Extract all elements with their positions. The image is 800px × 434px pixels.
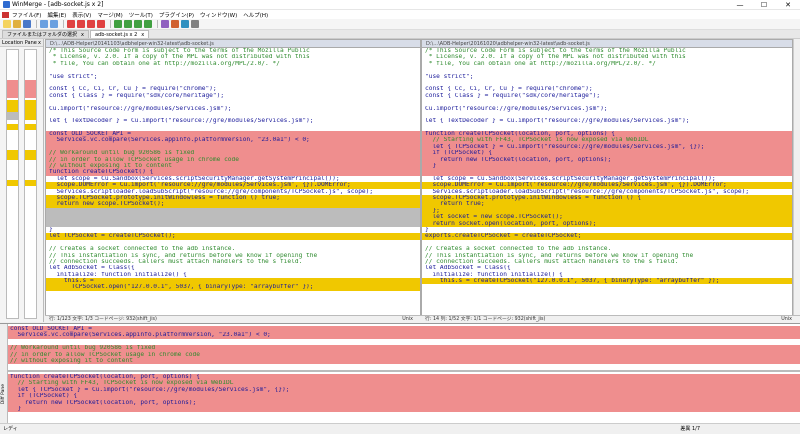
menu-window[interactable]: ウィンドウ(W) xyxy=(200,11,237,19)
right-file-pane[interactable]: D:\...\ADB-Helper\20161020\adbhelper-win… xyxy=(421,39,793,322)
diff-counter: 差異 1/7 xyxy=(680,426,700,432)
left-code-view[interactable]: /* This Source Code Form is subject to t… xyxy=(46,48,420,291)
status-bar: レディ 差異 1/7 xyxy=(0,423,800,433)
undo-icon[interactable] xyxy=(40,20,48,28)
close-button[interactable]: ✕ xyxy=(776,0,800,10)
menu-tools[interactable]: ツール(T) xyxy=(129,11,153,19)
diff-pane-left[interactable]: const OLD_SOCKET_API = Services.vc.compa… xyxy=(8,326,800,365)
left-eol: Unix xyxy=(402,317,413,322)
tab-select-files[interactable]: ファイルまたはフォルダの選択 x xyxy=(2,30,89,38)
last-diff-icon[interactable] xyxy=(97,20,105,28)
code-line[interactable] xyxy=(422,284,792,290)
right-status: 行: 14 列: 1/52 文字: 1/1 コードページ: 932(shift_… xyxy=(421,315,800,323)
new-icon[interactable] xyxy=(3,20,11,28)
right-eol: Unix xyxy=(781,317,792,322)
diff-pane-label: Diff Pane xyxy=(1,384,6,405)
redo-icon[interactable] xyxy=(50,20,58,28)
tab-label: ファイルまたはフォルダの選択 xyxy=(7,31,78,38)
diff-pane-splitter[interactable] xyxy=(8,370,800,372)
code-line[interactable]: } xyxy=(8,405,800,413)
copy-left-icon[interactable] xyxy=(124,20,132,28)
next-diff-icon[interactable] xyxy=(87,20,95,28)
open-folder-icon[interactable] xyxy=(13,20,21,28)
minimize-button[interactable]: — xyxy=(728,0,752,10)
code-line[interactable]: TCPSocket.open("127.0.0.1", 5037, { bina… xyxy=(46,284,420,291)
diff-pane-right[interactable]: function createTCPSocket(location, port,… xyxy=(8,374,800,413)
copy-all-right-icon[interactable] xyxy=(134,20,142,28)
window-title: WinMerge - [adb-socket.js x 2] xyxy=(12,1,104,8)
copy-all-left-icon[interactable] xyxy=(144,20,152,28)
menu-edit[interactable]: 編集(E) xyxy=(47,11,66,19)
status-ready: レディ xyxy=(3,426,18,432)
diff-pane-sidebar: Diff Pane xyxy=(0,324,8,424)
right-code-view[interactable]: /* This Source Code Form is subject to t… xyxy=(422,48,792,291)
close-tab-icon[interactable]: x xyxy=(141,31,144,39)
menu-view[interactable]: 表示(V) xyxy=(72,11,91,19)
menu-bar: ファイル(F) 編集(E) 表示(V) マージ(M) ツール(T) プラグイン(… xyxy=(0,10,800,19)
left-file-map[interactable] xyxy=(6,49,19,319)
location-pane-title: Location Pane xyxy=(2,40,37,46)
menu-plugins[interactable]: プラグイン(P) xyxy=(159,11,194,19)
right-file-path: D:\...\ADB-Helper\20161020\adbhelper-win… xyxy=(422,40,792,48)
menu-help[interactable]: ヘルプ(H) xyxy=(243,11,268,19)
winmerge-logo-icon xyxy=(3,1,10,8)
right-file-map[interactable] xyxy=(24,49,37,319)
save-icon[interactable] xyxy=(23,20,31,28)
options-icon[interactable] xyxy=(171,20,179,28)
location-pane-close-icon[interactable]: x xyxy=(38,39,41,46)
copy-right-icon[interactable] xyxy=(114,20,122,28)
close-tab-icon[interactable]: x xyxy=(81,31,84,39)
maximize-button[interactable]: ☐ xyxy=(752,0,776,10)
menu-file[interactable]: ファイル(F) xyxy=(12,11,41,19)
left-file-pane[interactable]: D:\...\ADB-Helper\20141103\adbhelper-win… xyxy=(45,39,421,322)
tab-bar: ファイルまたはフォルダの選択 x adb-socket.js x 2 x xyxy=(0,30,800,39)
tab-label: adb-socket.js x 2 xyxy=(94,31,138,38)
left-status: 行: 1/123 文字: 1/3 コードページ: 932(shift_jis) … xyxy=(45,315,421,323)
vertical-scrollbar[interactable] xyxy=(793,39,800,315)
compare-icon[interactable] xyxy=(161,20,169,28)
first-diff-icon[interactable] xyxy=(67,20,75,28)
code-line[interactable]: // without exposing it to content xyxy=(8,357,800,365)
left-position: 行: 1/123 文字: 1/3 コードページ: 932(shift_jis) xyxy=(49,317,157,322)
title-bar: WinMerge - [adb-socket.js x 2] — ☐ ✕ xyxy=(0,0,800,10)
location-pane: Location Pane x xyxy=(0,39,44,322)
left-file-path: D:\...\ADB-Helper\20141103\adbhelper-win… xyxy=(46,40,420,48)
tab-adb-socket[interactable]: adb-socket.js x 2 x xyxy=(89,30,150,39)
menu-merge[interactable]: マージ(M) xyxy=(97,11,122,19)
settings-icon[interactable] xyxy=(191,20,199,28)
refresh-icon[interactable] xyxy=(181,20,189,28)
diff-pane: Diff Pane const OLD_SOCKET_API = Service… xyxy=(0,323,800,424)
toolbar xyxy=(0,19,800,30)
right-position: 行: 14 列: 1/52 文字: 1/1 コードページ: 932(shift_… xyxy=(425,317,546,322)
prev-diff-icon[interactable] xyxy=(77,20,85,28)
document-menu-icon[interactable] xyxy=(2,11,9,18)
